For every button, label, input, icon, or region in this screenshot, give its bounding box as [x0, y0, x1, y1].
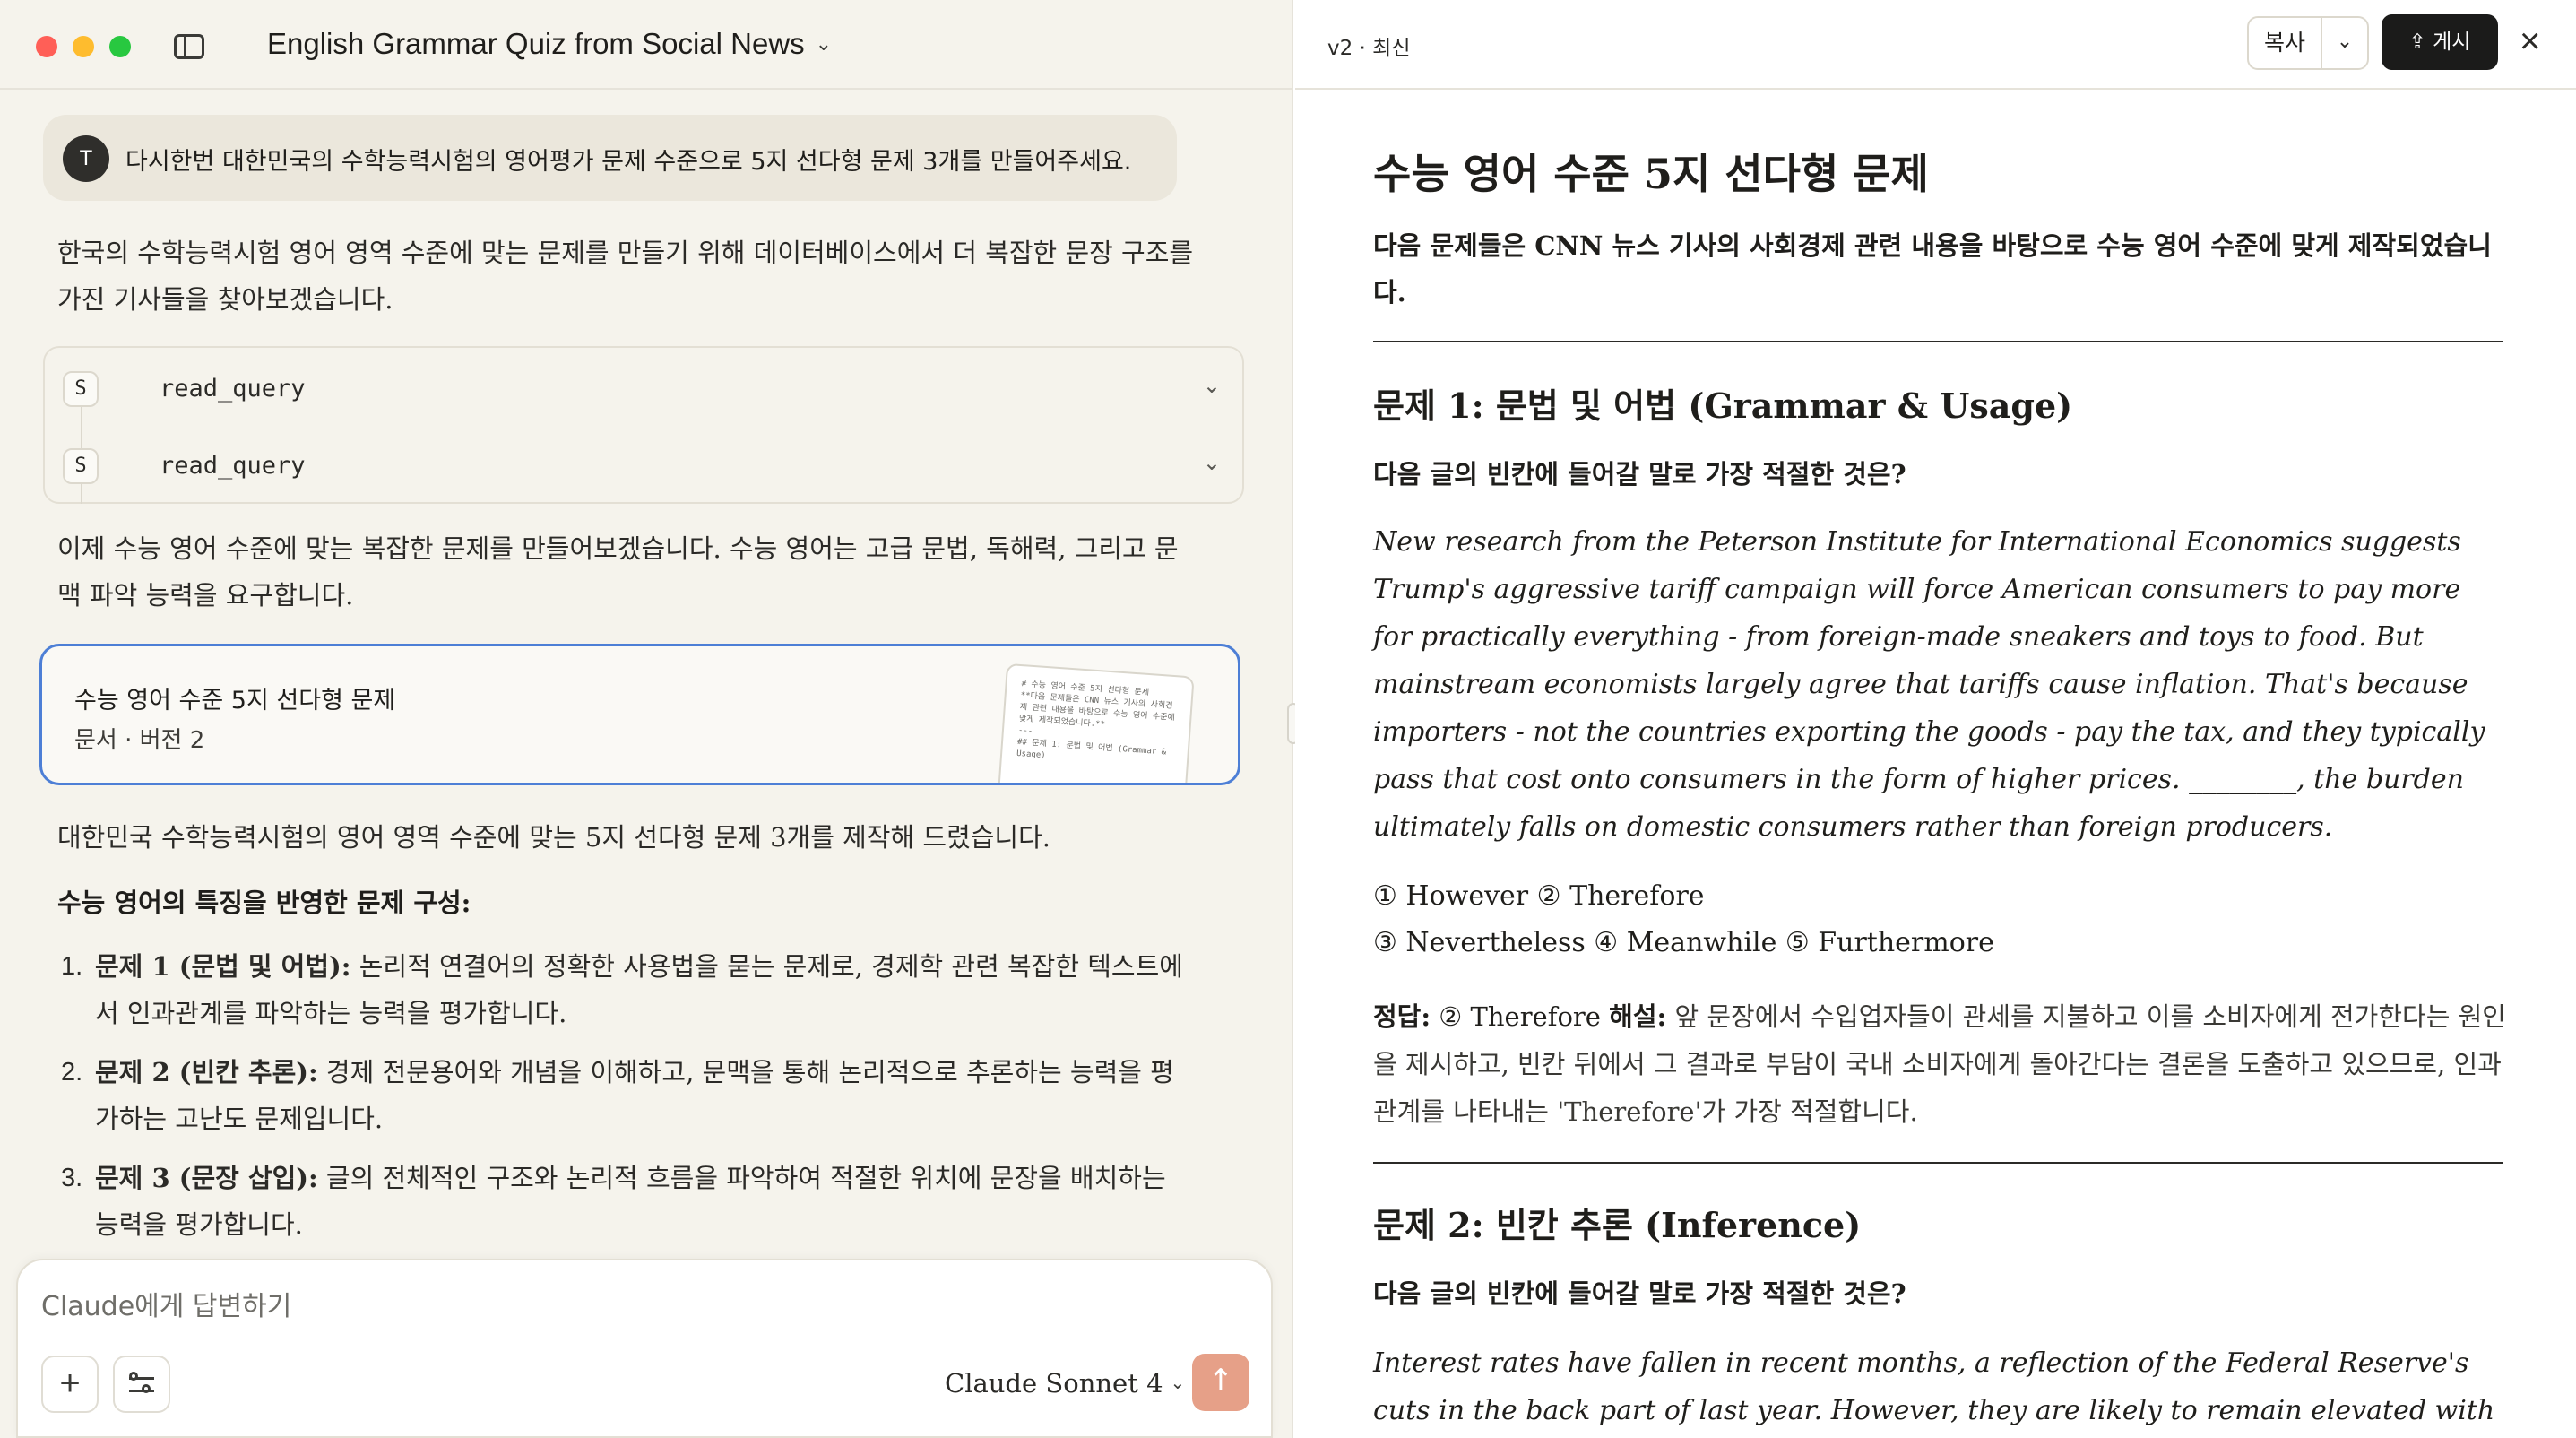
- answer-value: ② Therefore: [1431, 1001, 1610, 1032]
- artifact-title: 수능 영어 수준 5지 선다형 문제: [1373, 150, 1929, 198]
- tool-call-row[interactable]: S read_query ⌄: [63, 371, 1228, 407]
- tool-badge: S: [63, 448, 99, 484]
- send-button[interactable]: ↑: [1192, 1354, 1249, 1411]
- window-close-button[interactable]: [36, 36, 57, 57]
- window-zoom-button[interactable]: [109, 36, 131, 57]
- window-minimize-button[interactable]: [73, 36, 94, 57]
- list-item-title: 문제 1 (문법 및 어법):: [95, 951, 351, 982]
- question-heading: 문제 2: 빈칸 추론 (Inference): [1373, 1205, 1862, 1245]
- tool-call-row[interactable]: S read_query ⌄: [63, 448, 1228, 484]
- chevron-down-icon[interactable]: ⌄: [2322, 18, 2367, 68]
- tools-settings-button[interactable]: [113, 1356, 170, 1413]
- model-name: Claude Sonnet 4: [945, 1368, 1163, 1399]
- publish-button[interactable]: ⇪ 게시: [2382, 14, 2498, 70]
- chevron-down-icon: ⌄: [815, 32, 833, 55]
- list-item: 2. 문제 2 (빈칸 추론): 경제 전문용어와 개념을 이해하고, 문맥을 …: [57, 1049, 1196, 1142]
- artifact-intro: 다음 문제들은 CNN 뉴스 기사의 사회경제 관련 내용을 바탕으로 수능 영…: [1373, 230, 2492, 308]
- divider: [1373, 1162, 2503, 1164]
- tool-label: read_query: [160, 375, 306, 403]
- answer-options: ① However ② Therefore: [1373, 880, 1705, 912]
- tool-calls-box: S read_query ⌄ S read_query ⌄: [43, 346, 1244, 504]
- avatar: T: [63, 135, 109, 182]
- list-heading: 수능 영어의 특징을 반영한 문제 구성:: [57, 888, 471, 918]
- user-message-text: 다시한번 대한민국의 수학능력시험의 영어평가 문제 수준으로 5지 선다형 문…: [125, 148, 1132, 176]
- composer: + Claude Sonnet 4 ⌄ ↑: [16, 1259, 1273, 1438]
- list-number: 2.: [61, 1058, 83, 1087]
- add-attachment-button[interactable]: +: [41, 1356, 99, 1413]
- close-icon[interactable]: ×: [2520, 22, 2540, 62]
- question-prompt: 다음 글의 빈칸에 들어갈 말로 가장 적절한 것은?: [1373, 1278, 1906, 1309]
- chat-title: English Grammar Quiz from Social News: [267, 27, 805, 60]
- sidebar-toggle-icon[interactable]: [174, 34, 204, 59]
- list-item: 3. 문제 3 (문장 삽입): 글의 전체적인 구조와 논리적 흐름을 파악하…: [57, 1155, 1196, 1248]
- chevron-down-icon: ⌄: [1170, 1372, 1186, 1393]
- chat-title-dropdown[interactable]: English Grammar Quiz from Social News ⌄: [267, 27, 832, 61]
- explanation-label: 해설:: [1609, 1001, 1667, 1032]
- artifact-card-title: 수능 영어 수준 5지 선다형 문제: [74, 687, 396, 715]
- chevron-down-icon[interactable]: ⌄: [1203, 450, 1221, 475]
- assistant-paragraph: 대한민국 수학능력시험의 영어 영역 수준에 맞는 5지 선다형 문제 3개를 …: [57, 822, 1051, 853]
- answer-options: ③ Nevertheless ④ Meanwhile ⑤ Furthermore: [1373, 927, 1994, 958]
- feature-list: 1. 문제 1 (문법 및 어법): 논리적 연결어의 정확한 사용법을 묻는 …: [57, 943, 1196, 1260]
- upload-icon: ⇪: [2408, 30, 2433, 54]
- artifact-card[interactable]: 수능 영어 수준 5지 선다형 문제 문서 · 버전 2 # 수능 영어 수준 …: [39, 644, 1240, 785]
- tool-connector: [81, 484, 82, 504]
- assistant-paragraph: 이제 수능 영어 수준에 맞는 복잡한 문제를 만들어보겠습니다. 수능 영어는…: [57, 533, 1179, 611]
- answer-label: 정답:: [1373, 1001, 1431, 1032]
- tool-label: read_query: [160, 452, 306, 480]
- chevron-down-icon[interactable]: ⌄: [1203, 373, 1221, 398]
- artifact-panel: v2 · 최신 복사 ⌄ ⇪ 게시 × 수능 영어 수준 5지 선다형 문제 다…: [1295, 0, 2576, 1438]
- reply-input[interactable]: [41, 1291, 1206, 1322]
- copy-button-group: 복사 ⌄: [2247, 16, 2369, 70]
- chat-header: English Grammar Quiz from Social News ⌄: [0, 0, 1293, 90]
- divider: [1373, 341, 2503, 342]
- tool-badge: S: [63, 371, 99, 407]
- publish-label: 게시: [2433, 30, 2471, 54]
- question-prompt: 다음 글의 빈칸에 들어갈 말로 가장 적절한 것은?: [1373, 459, 1906, 489]
- assistant-paragraph: 한국의 수학능력시험 영어 영역 수준에 맞는 문제를 만들기 위해 데이터베이…: [57, 238, 1194, 315]
- question-passage: New research from the Peterson Institute…: [1373, 526, 2485, 843]
- list-item-title: 문제 3 (문장 삽입):: [95, 1163, 318, 1193]
- list-item-title: 문제 2 (빈칸 추론):: [95, 1057, 318, 1087]
- copy-button[interactable]: 복사: [2249, 18, 2322, 68]
- list-number: 1.: [61, 952, 83, 981]
- version-label[interactable]: v2 · 최신: [1327, 30, 1411, 61]
- list-number: 3.: [61, 1164, 83, 1192]
- question-passage: Interest rates have fallen in recent mon…: [1373, 1347, 2495, 1426]
- arrow-up-icon: ↑: [1207, 1363, 1234, 1399]
- artifact-thumbnail: # 수능 영어 수준 5지 선다형 문제 **다음 문제들은 CNN 뉴스 기사…: [996, 663, 1195, 783]
- plus-icon: +: [59, 1364, 81, 1403]
- artifact-header: v2 · 최신 복사 ⌄ ⇪ 게시 ×: [1295, 0, 2576, 90]
- user-message: T 다시한번 대한민국의 수학능력시험의 영어평가 문제 수준으로 5지 선다형…: [43, 115, 1177, 201]
- answer-explanation: 정답: ② Therefore 해설: 앞 문장에서 수입업자들이 관세를 지불…: [1373, 993, 2507, 1136]
- model-selector[interactable]: Claude Sonnet 4 ⌄: [945, 1368, 1185, 1399]
- chat-panel: English Grammar Quiz from Social News ⌄ T…: [0, 0, 1293, 1438]
- tool-connector: [81, 407, 82, 448]
- question-heading: 문제 1: 문법 및 어법 (Grammar & Usage): [1373, 385, 2073, 426]
- list-item: 1. 문제 1 (문법 및 어법): 논리적 연결어의 정확한 사용법을 묻는 …: [57, 943, 1196, 1036]
- artifact-card-meta: 문서 · 버전 2: [74, 727, 205, 754]
